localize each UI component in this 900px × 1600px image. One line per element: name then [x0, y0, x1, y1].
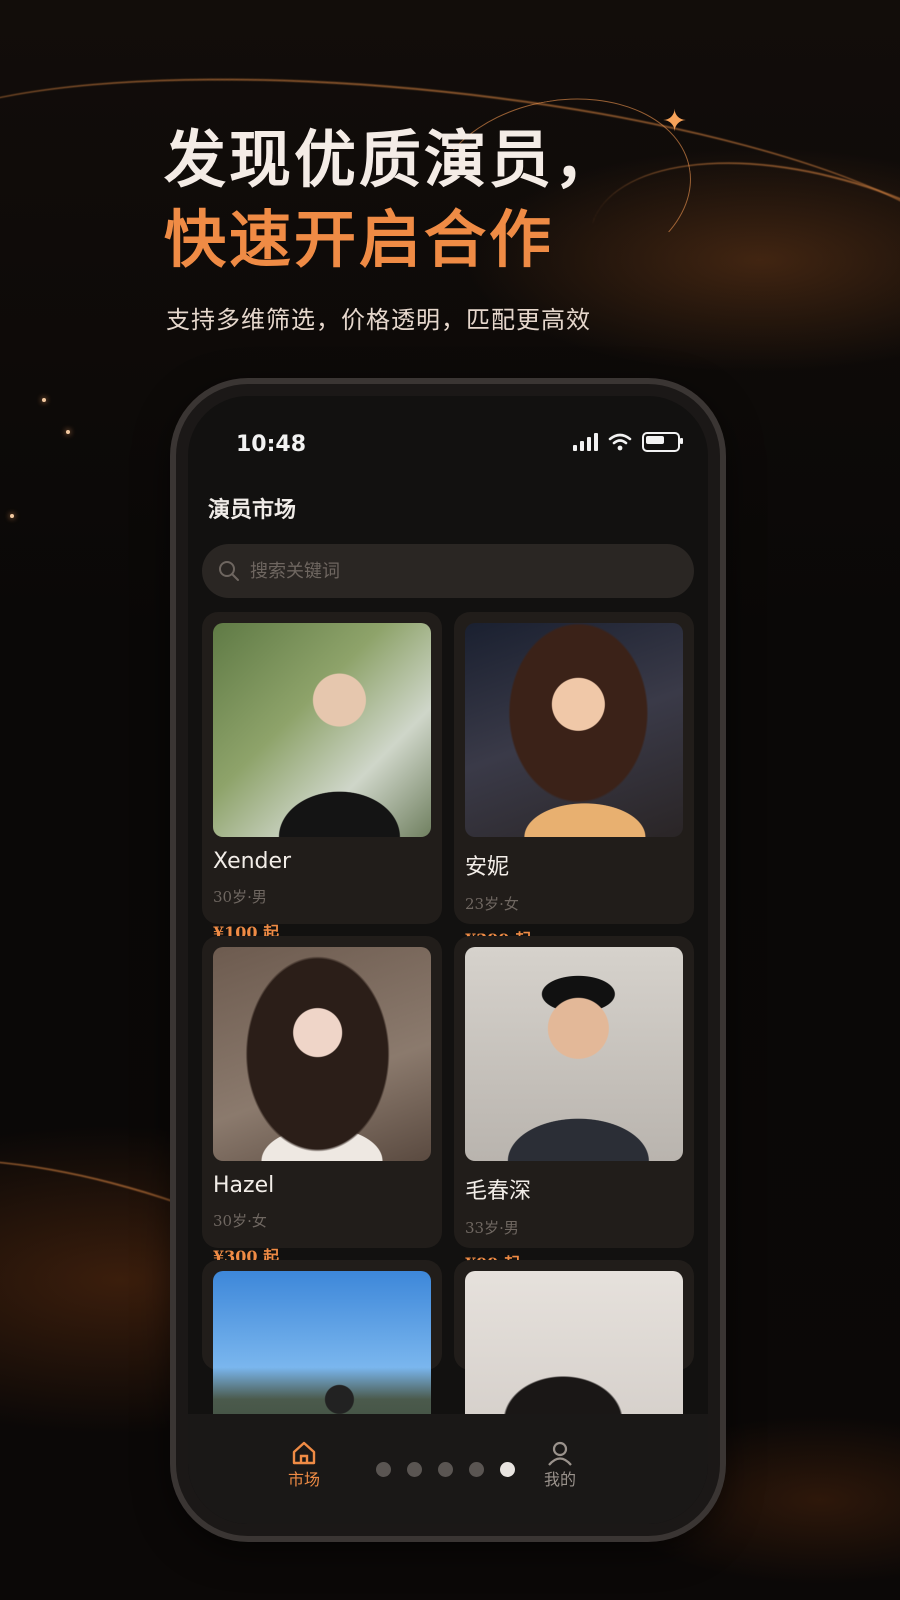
wifi-icon	[608, 433, 632, 451]
status-time: 10:48	[236, 432, 307, 457]
carousel-indicator	[376, 1462, 515, 1477]
actor-name: 毛春深	[465, 1179, 532, 1204]
carousel-dot[interactable]	[469, 1462, 484, 1477]
actor-photo	[213, 623, 431, 837]
star-dot	[66, 430, 70, 434]
star-dot	[10, 514, 14, 518]
battery-icon	[642, 432, 683, 452]
tab-mine[interactable]: 我的	[544, 1440, 576, 1490]
tab-market-label: 市场	[288, 1470, 321, 1489]
actor-card[interactable]	[202, 1260, 442, 1485]
actor-grid: Xender 30岁·男 ¥100 起 安妮 23岁·女 ¥399 起 Haze…	[202, 612, 694, 1485]
star-dot	[42, 398, 46, 402]
search-icon	[219, 561, 239, 581]
user-icon	[548, 1441, 572, 1466]
actor-card[interactable]: 安妮 23岁·女 ¥399 起	[454, 612, 694, 949]
actor-card[interactable]	[454, 1260, 694, 1485]
carousel-dot[interactable]	[438, 1462, 453, 1477]
search-input[interactable]	[248, 559, 612, 583]
actor-meta: 30岁·女	[213, 1212, 267, 1230]
tab-bar: 市场 我的	[188, 1414, 708, 1524]
phone-frame: 10:48 演员市场 Xender 30岁·男	[176, 384, 720, 1536]
signal-icon	[573, 433, 598, 451]
phone-screen: 10:48 演员市场 Xender 30岁·男	[188, 396, 708, 1524]
sparkle-icon: ✦	[662, 104, 688, 139]
actor-card[interactable]: Hazel 30岁·女 ¥300 起	[202, 936, 442, 1266]
status-icons	[573, 432, 683, 452]
home-icon	[292, 1441, 316, 1465]
headline-line-1: 发现优质演员，	[164, 123, 620, 196]
actor-meta: 30岁·男	[213, 888, 267, 906]
actor-card[interactable]: Xender 30岁·男 ¥100 起	[202, 612, 442, 942]
carousel-dot[interactable]	[407, 1462, 422, 1477]
headline-line-2: 快速开启合作	[164, 203, 555, 276]
actor-photo	[465, 947, 683, 1161]
actor-meta: 23岁·女	[465, 895, 519, 913]
promo-headline: 发现优质演员， 快速开启合作	[164, 120, 619, 280]
actor-name: 安妮	[465, 855, 510, 880]
promo-subline: 支持多维筛选，价格透明，匹配更高效	[166, 306, 591, 334]
actor-card[interactable]: 毛春深 33岁·男 ¥99 起	[454, 936, 694, 1273]
search-bar[interactable]	[202, 544, 694, 598]
page-title: 演员市场	[208, 498, 297, 523]
tab-market[interactable]: 市场	[288, 1440, 320, 1490]
actor-name: Xender	[213, 849, 292, 874]
actor-photo	[213, 947, 431, 1161]
carousel-dot-active[interactable]	[500, 1462, 515, 1477]
tab-mine-label: 我的	[544, 1470, 577, 1489]
actor-meta: 33岁·男	[465, 1219, 519, 1237]
actor-name: Hazel	[213, 1173, 275, 1198]
carousel-dot[interactable]	[376, 1462, 391, 1477]
actor-photo	[465, 623, 683, 837]
